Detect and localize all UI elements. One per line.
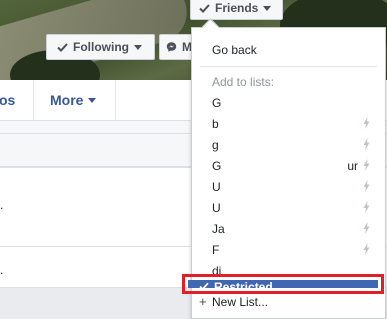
list-item-label: b: [212, 117, 219, 131]
chevron-down-icon: [263, 5, 272, 11]
friends-label: Friends: [215, 1, 259, 15]
restricted-highlight-box: Restricted: [182, 274, 384, 294]
friends-button[interactable]: Friends: [190, 0, 283, 20]
plus-icon: +: [199, 294, 207, 309]
lightning-icon: [363, 117, 370, 129]
go-back-label: Go back: [212, 43, 257, 57]
list-item[interactable]: b: [192, 115, 385, 133]
lightning-icon: [363, 138, 370, 150]
lightning-icon: [363, 243, 370, 255]
tab-more[interactable]: More: [50, 80, 97, 120]
lightning-icon: [363, 159, 370, 171]
tab-more-label: More: [50, 92, 84, 108]
menu-item-restricted[interactable]: Restricted: [188, 280, 378, 294]
menu-item-new-list[interactable]: + New List...: [192, 293, 385, 311]
list-item[interactable]: Ja: [192, 220, 385, 238]
list-item-label: G: [212, 159, 222, 173]
list-item[interactable]: G: [192, 94, 385, 112]
add-to-lists-label: Add to lists:: [212, 75, 275, 89]
check-icon: [57, 42, 68, 52]
list-item[interactable]: Gur: [192, 157, 385, 175]
list-item-label: F: [212, 243, 220, 257]
lightning-icon: [363, 201, 370, 213]
chevron-down-icon: [88, 97, 97, 103]
menu-item-go-back[interactable]: Go back: [192, 41, 385, 59]
panel-fragment: .: [0, 198, 4, 212]
check-icon: [199, 282, 209, 291]
menu-divider: [200, 66, 377, 67]
list-item-trailing-text: ur: [347, 159, 358, 173]
restricted-label: Restricted: [214, 280, 273, 294]
nav-divider: [33, 80, 34, 120]
lightning-icon: [363, 222, 370, 234]
panel-fragment: .: [0, 263, 4, 277]
list-item-label: g: [212, 138, 219, 152]
list-item[interactable]: g: [192, 136, 385, 154]
list-item-label: Ja: [212, 222, 225, 236]
add-to-lists-header: Add to lists:: [192, 73, 385, 91]
list-item[interactable]: F: [192, 241, 385, 259]
list-item[interactable]: U: [192, 199, 385, 217]
tab-photos[interactable]: os: [0, 80, 15, 120]
tab-photos-label: os: [0, 92, 16, 108]
following-label: Following: [73, 40, 129, 54]
lightning-icon: [363, 180, 370, 192]
list-item[interactable]: U: [192, 178, 385, 196]
list-item-label: U: [212, 201, 221, 215]
list-item-label: G: [212, 96, 222, 110]
new-list-label: New List...: [212, 295, 269, 309]
messenger-icon: [166, 42, 177, 52]
list-item-label: U: [212, 180, 221, 194]
nav-divider: [115, 80, 116, 120]
following-button[interactable]: Following: [46, 34, 155, 60]
check-icon: [199, 3, 210, 13]
chevron-down-icon: [134, 44, 142, 50]
